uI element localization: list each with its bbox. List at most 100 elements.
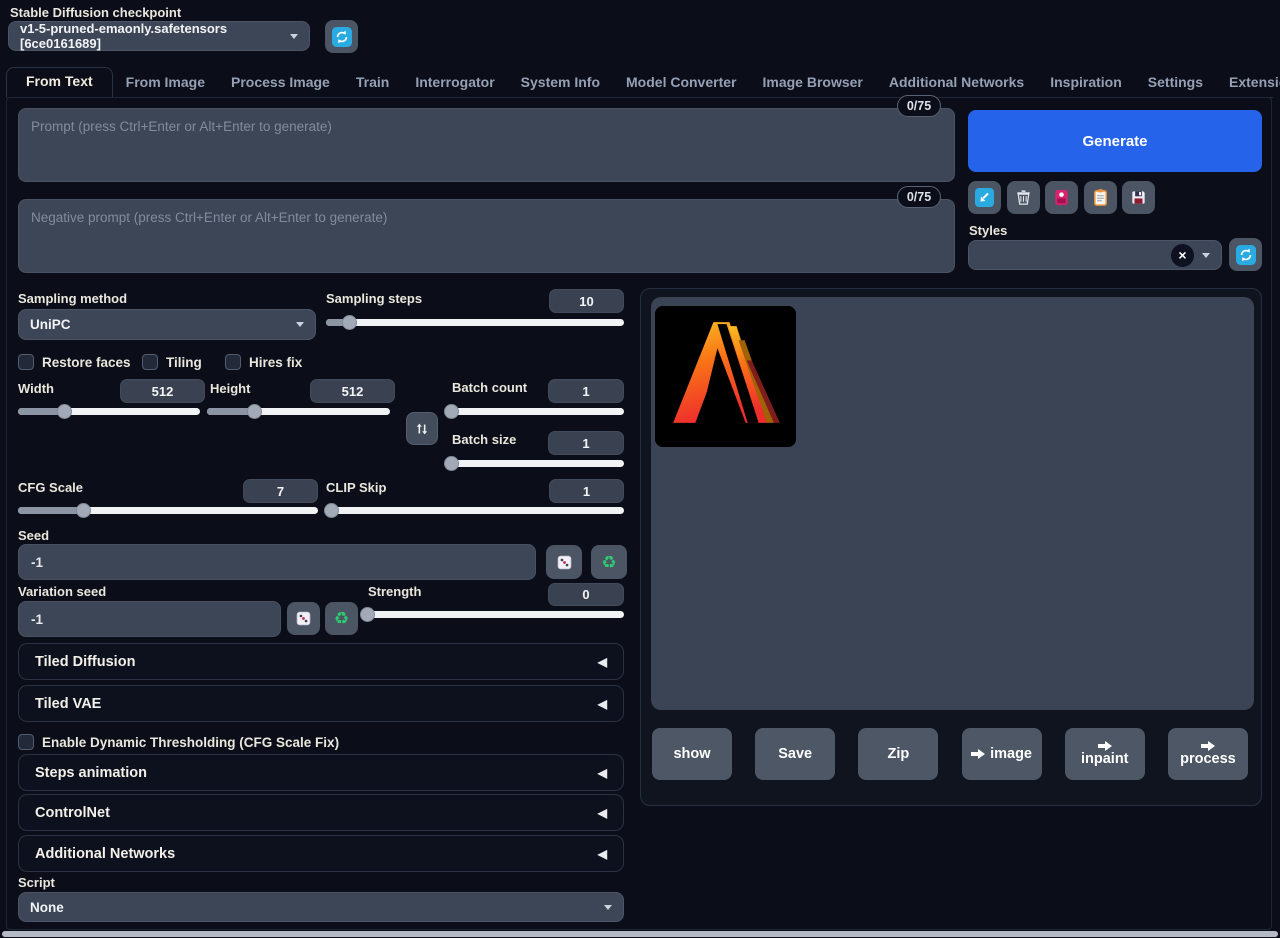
refresh-icon (332, 27, 352, 47)
strength-value[interactable]: 0 (548, 583, 624, 606)
dice-icon (295, 610, 312, 627)
tab-train[interactable]: Train (343, 69, 402, 97)
sampling-steps-label: Sampling steps (326, 291, 422, 306)
tab-model-converter[interactable]: Model Converter (613, 69, 749, 97)
apply-style-button[interactable] (1045, 181, 1078, 214)
variation-seed-label: Variation seed (18, 584, 106, 599)
paste-params-button[interactable] (968, 181, 1001, 214)
refresh-icon (1236, 245, 1256, 265)
tab-system-info[interactable]: System Info (508, 69, 613, 97)
width-slider[interactable] (18, 404, 200, 419)
accordion-steps-animation[interactable]: Steps animation ◀ (18, 754, 624, 791)
batch-size-value[interactable]: 1 (548, 431, 624, 455)
save-style-icon (1129, 188, 1148, 207)
tiling-checkbox[interactable] (142, 354, 158, 370)
paste-clipboard-button[interactable] (1084, 181, 1117, 214)
send-to-process-button[interactable]: process (1168, 728, 1248, 780)
height-value[interactable]: 512 (310, 379, 395, 403)
accordion-controlnet[interactable]: ControlNet ◀ (18, 794, 624, 831)
gallery-thumbnail[interactable] (655, 306, 796, 447)
button-label: Save (778, 746, 812, 763)
tab-from-image[interactable]: From Image (113, 69, 218, 97)
swap-arrows-icon (414, 421, 430, 437)
seed-input[interactable] (18, 544, 536, 580)
random-seed-button[interactable] (546, 545, 582, 579)
script-select[interactable]: None (18, 892, 624, 922)
styles-label: Styles (969, 223, 1007, 238)
show-button[interactable]: show (652, 728, 732, 780)
chevron-left-icon: ◀ (598, 655, 607, 669)
width-label: Width (18, 381, 54, 396)
hires-fix-checkbox[interactable] (225, 354, 241, 370)
cfg-scale-value[interactable]: 7 (243, 479, 318, 503)
swap-dimensions-button[interactable] (406, 412, 438, 445)
sampling-steps-value[interactable]: 10 (549, 289, 624, 313)
tab-inspiration[interactable]: Inspiration (1037, 69, 1135, 97)
height-slider[interactable] (207, 404, 390, 419)
styles-select[interactable]: × (968, 240, 1222, 270)
sampling-steps-slider[interactable] (326, 315, 624, 330)
chevron-down-icon (604, 905, 612, 910)
styles-clear-button[interactable]: × (1171, 244, 1194, 267)
restore-faces-label: Restore faces (42, 355, 131, 370)
checkpoint-select[interactable]: v1-5-pruned-emaonly.safetensors [6ce0161… (8, 21, 310, 51)
send-to-image-button[interactable]: image (962, 728, 1042, 780)
strength-slider[interactable] (368, 607, 624, 622)
chevron-left-icon: ◀ (598, 697, 607, 711)
chevron-down-icon (1202, 253, 1210, 258)
variation-seed-input[interactable] (18, 601, 281, 637)
random-variation-seed-button[interactable] (287, 602, 320, 635)
arrow-right-icon (1098, 741, 1112, 751)
batch-count-slider[interactable] (452, 404, 624, 419)
arrow-right-icon (971, 749, 985, 759)
save-style-button[interactable] (1122, 181, 1155, 214)
checkpoint-refresh-button[interactable] (325, 20, 358, 53)
gallery-buttons-row: show Save Zip image inpaint process (652, 728, 1248, 780)
negative-prompt-input[interactable] (18, 199, 955, 273)
batch-size-label: Batch size (452, 432, 516, 447)
button-label: image (990, 746, 1032, 763)
clip-skip-slider[interactable] (326, 503, 624, 518)
button-label: inpaint (1081, 751, 1129, 768)
dynamic-thresholding-checkbox[interactable] (18, 734, 34, 750)
script-value: None (30, 900, 64, 915)
hires-fix-label: Hires fix (249, 355, 302, 370)
close-icon: × (1178, 247, 1186, 263)
sampling-method-select[interactable]: UniPC (18, 309, 316, 340)
accordion-tiled-diffusion[interactable]: Tiled Diffusion ◀ (18, 643, 624, 680)
reuse-seed-button[interactable]: ♻ (591, 545, 627, 579)
clear-prompt-button[interactable] (1007, 181, 1040, 214)
cfg-scale-slider[interactable] (18, 503, 318, 518)
batch-count-value[interactable]: 1 (548, 379, 624, 403)
save-button[interactable]: Save (755, 728, 835, 780)
clip-skip-value[interactable]: 1 (549, 479, 624, 503)
negative-token-counter: 0/75 (897, 186, 941, 208)
tab-interrogator[interactable]: Interrogator (402, 69, 507, 97)
restore-faces-checkbox[interactable] (18, 354, 34, 370)
tab-settings[interactable]: Settings (1135, 69, 1216, 97)
generate-button[interactable]: Generate (968, 110, 1262, 172)
reuse-variation-seed-button[interactable]: ♻ (325, 602, 358, 635)
width-value[interactable]: 512 (120, 379, 205, 403)
trash-icon (1014, 188, 1033, 207)
accordion-additional-networks[interactable]: Additional Networks ◀ (18, 835, 624, 872)
tab-image-browser[interactable]: Image Browser (749, 69, 875, 97)
accordion-tiled-vae[interactable]: Tiled VAE ◀ (18, 685, 624, 722)
zip-button[interactable]: Zip (858, 728, 938, 780)
batch-count-label: Batch count (452, 380, 527, 395)
script-label: Script (18, 875, 55, 890)
chevron-left-icon: ◀ (598, 766, 607, 780)
tab-process-image[interactable]: Process Image (218, 69, 343, 97)
tab-from-text[interactable]: From Text (6, 67, 113, 98)
styles-refresh-button[interactable] (1229, 238, 1262, 271)
tab-extensions[interactable]: Extensions (1216, 69, 1280, 97)
tab-additional-networks[interactable]: Additional Networks (876, 69, 1037, 97)
dynamic-thresholding-label: Enable Dynamic Thresholding (CFG Scale F… (42, 735, 339, 750)
prompt-token-counter: 0/75 (897, 95, 941, 117)
batch-size-slider[interactable] (452, 456, 624, 471)
quick-actions-row (968, 181, 1155, 214)
send-to-inpaint-button[interactable]: inpaint (1065, 728, 1145, 780)
prompt-input[interactable] (18, 108, 955, 182)
sampling-method-value: UniPC (30, 317, 71, 332)
horizontal-scrollbar[interactable] (2, 931, 1278, 937)
